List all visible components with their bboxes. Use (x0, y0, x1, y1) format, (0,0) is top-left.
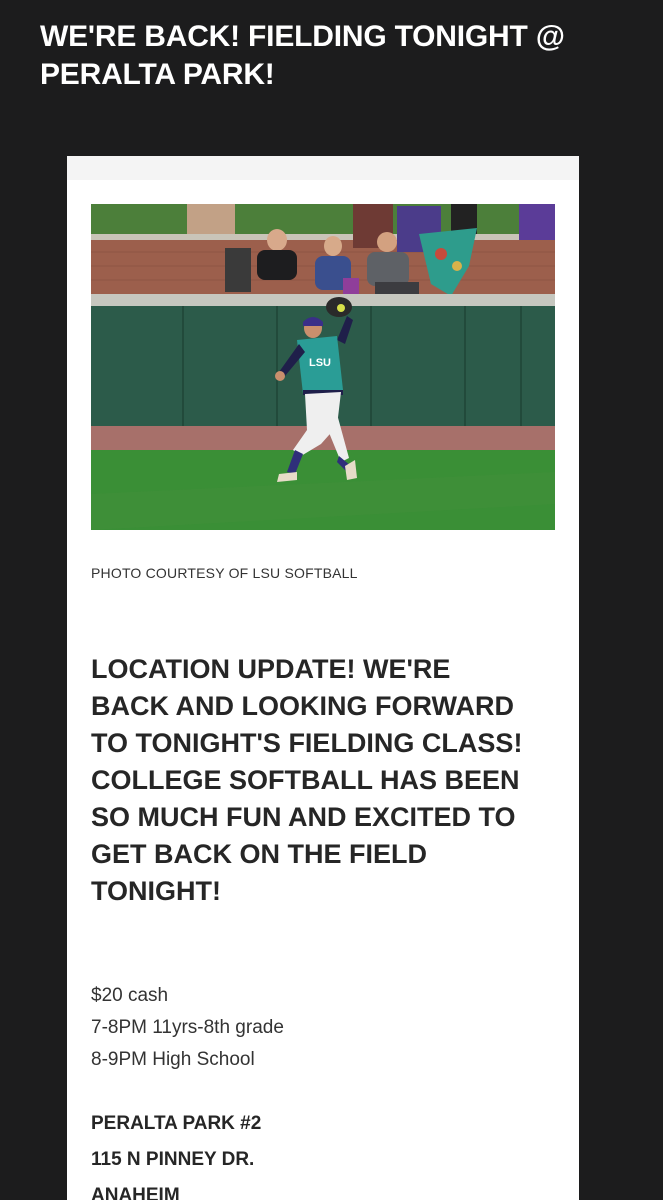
card-top-bar (67, 156, 579, 180)
address-park: PERALTA PARK #2 (91, 1113, 262, 1134)
address-city: ANAHEIM (91, 1185, 180, 1200)
price-line: $20 cash (91, 985, 169, 1006)
address-street: 115 N PINNEY DR. (91, 1149, 255, 1170)
photo-caption: PHOTO COURTESY OF LSU SOFTBALL (91, 565, 358, 581)
post-card: LSU PHOTO COURTESY OF LSU SOFTBALL LOCAT… (67, 156, 579, 1200)
class-details: $20 cash 7-8PM 11yrs-8th grade 8-9PM Hig… (91, 980, 284, 1076)
headline: LOCATION UPDATE! WE'RE BACK AND LOOKING … (91, 654, 523, 906)
softball-player-illustration: LSU (91, 204, 555, 530)
session-line-youth: 7-8PM 11yrs-8th grade (91, 1017, 284, 1038)
session-line-high-school: 8-9PM High School (91, 1049, 255, 1070)
jersey-text: LSU (309, 357, 331, 369)
softball-photo[interactable]: LSU (91, 204, 555, 530)
location-address: PERALTA PARK #2 115 N PINNEY DR. ANAHEIM (91, 1106, 261, 1200)
post-title: WE'RE BACK! FIELDING TONIGHT @ PERALTA P… (40, 20, 565, 91)
